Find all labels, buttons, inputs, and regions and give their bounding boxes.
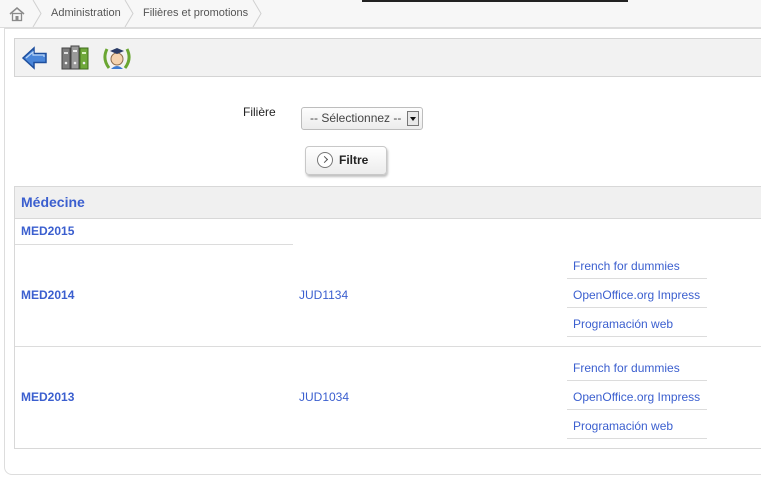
- breadcrumb-separator-icon: [252, 0, 262, 28]
- back-arrow-icon[interactable]: [20, 43, 50, 73]
- module-link[interactable]: OpenOffice.org Impress: [573, 288, 700, 302]
- archive-cabinet-icon[interactable]: [60, 43, 90, 73]
- breadcrumb: Administration Filières et promotions: [0, 0, 761, 28]
- group-link[interactable]: JUD1134: [299, 288, 348, 302]
- chevron-down-icon[interactable]: [407, 111, 419, 126]
- home-icon[interactable]: [6, 4, 28, 24]
- breadcrumb-filieres-promotions[interactable]: Filières et promotions: [143, 0, 248, 27]
- chevron-right-icon: [317, 152, 333, 168]
- filiere-label: Filière: [243, 105, 276, 119]
- group-link[interactable]: JUD1034: [299, 390, 349, 404]
- toolbar: [14, 38, 761, 77]
- filiere-select-value: -- Sélectionnez --: [310, 111, 402, 125]
- module-link[interactable]: Programación web: [573, 317, 673, 331]
- promotion-link[interactable]: MED2013: [21, 390, 74, 404]
- filter-button-label: Filtre: [339, 153, 369, 167]
- promotion-link[interactable]: MED2014: [21, 288, 74, 302]
- module-divider: [567, 307, 707, 308]
- module-divider: [567, 278, 707, 279]
- breadcrumb-administration[interactable]: Administration: [51, 0, 121, 27]
- breadcrumb-separator-icon: [32, 0, 42, 28]
- module-divider: [567, 438, 707, 439]
- row-divider: [15, 244, 293, 245]
- module-divider: [567, 336, 707, 337]
- promotion-link[interactable]: MED2015: [21, 224, 74, 238]
- module-link[interactable]: Programación web: [573, 419, 673, 433]
- graduate-laurel-icon[interactable]: [101, 43, 131, 73]
- filiere-select[interactable]: -- Sélectionnez --: [301, 107, 423, 130]
- module-divider: [567, 409, 707, 410]
- filter-button[interactable]: Filtre: [305, 146, 387, 175]
- module-link[interactable]: French for dummies: [573, 259, 680, 273]
- module-link[interactable]: OpenOffice.org Impress: [573, 390, 700, 404]
- filiere-header: Médecine: [15, 186, 761, 219]
- breadcrumb-separator-icon: [124, 0, 134, 28]
- filiere-name: Médecine: [21, 194, 85, 210]
- filiere-section: Médecine MED2015 MED2014 JUD1134 French …: [14, 186, 761, 449]
- module-divider: [567, 380, 707, 381]
- module-link[interactable]: French for dummies: [573, 361, 680, 375]
- row-divider: [15, 346, 761, 347]
- top-divider: [362, 0, 628, 2]
